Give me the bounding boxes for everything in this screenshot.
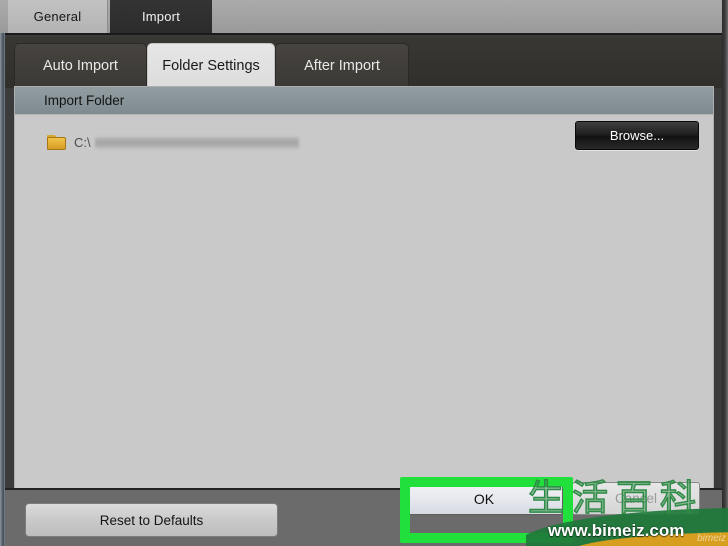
watermark-url: www.bimeiz.com [548, 521, 685, 540]
preferences-dialog: Auto Import Folder Settings After Import… [5, 33, 722, 546]
screenshot-root: General Import Auto Import Folder Settin… [0, 0, 728, 546]
tab-folder-settings[interactable]: Folder Settings [147, 43, 275, 88]
tab-general[interactable]: General [8, 0, 108, 33]
section-title: Import Folder [44, 93, 125, 108]
reset-to-defaults-label: Reset to Defaults [99, 512, 204, 528]
ok-button-label: OK [473, 490, 495, 507]
tab-general-label: General [33, 9, 82, 24]
folder-icon [47, 135, 66, 150]
tab-auto-import-label: Auto Import [43, 58, 118, 74]
tab-after-import[interactable]: After Import [275, 43, 409, 88]
reset-to-defaults-button[interactable]: Reset to Defaults [25, 503, 278, 537]
window-right-edge [722, 0, 728, 546]
tab-folder-settings-label: Folder Settings [162, 58, 260, 74]
watermark-overlay: 生活百科 www.bimeiz.com bimeiz [526, 478, 728, 546]
tab-import-label: Import [141, 9, 181, 24]
sub-tab-strip: Auto Import Folder Settings After Import [5, 37, 722, 88]
watermark-characters: 生活百科 [527, 478, 705, 519]
browse-button-label: Browse... [609, 128, 665, 143]
tab-import[interactable]: Import [110, 0, 212, 33]
tab-auto-import[interactable]: Auto Import [14, 43, 147, 88]
watermark-subtext: bimeiz [697, 533, 726, 544]
folder-path-prefix: C:\ [74, 135, 91, 150]
folder-settings-panel: Import Folder C:\ Browse... [14, 86, 714, 490]
tab-after-import-label: After Import [304, 58, 380, 74]
top-tab-strip: General Import [0, 0, 728, 33]
browse-button[interactable]: Browse... [575, 121, 699, 150]
folder-path-redacted [94, 136, 299, 149]
import-folder-section-header: Import Folder [15, 87, 713, 115]
